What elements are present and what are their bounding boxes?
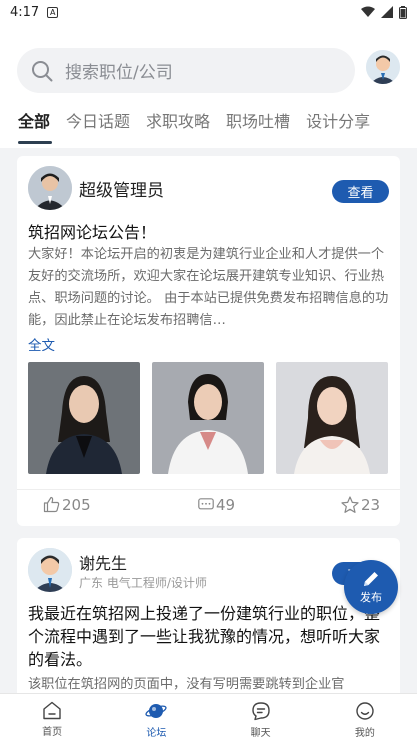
nav-chat[interactable]: 聊天 xyxy=(209,694,313,741)
search-input[interactable]: 搜索职位/公司 xyxy=(17,48,355,93)
search-placeholder: 搜索职位/公司 xyxy=(65,63,173,83)
author-avatar[interactable] xyxy=(28,548,72,592)
favorite-button[interactable]: 23 xyxy=(341,496,380,514)
post-body: 该职位在筑招网的页面中，没有写明需要跳转到企业官 xyxy=(28,677,345,692)
category-tabs: 全部 今日话题 求职攻略 职场吐槽 设计分享 xyxy=(0,108,417,144)
search-icon xyxy=(32,60,53,81)
like-button[interactable]: 205 xyxy=(43,496,91,514)
star-icon xyxy=(341,495,359,513)
nav-home[interactable]: 首页 xyxy=(0,694,104,741)
nav-mine-label: 我的 xyxy=(354,728,375,739)
pencil-icon xyxy=(364,572,378,586)
signal-icon xyxy=(381,6,393,18)
publish-label: 发布 xyxy=(360,591,382,604)
post-photo[interactable] xyxy=(152,362,264,474)
post-photo[interactable] xyxy=(276,362,388,474)
post-photos xyxy=(28,362,388,474)
view-button[interactable]: 查看 xyxy=(332,180,389,203)
post-title[interactable]: 我最近在筑招网上投递了一份建筑行业的职位，整个流程中遇到了一些让我犹豫的情况，想… xyxy=(28,602,390,671)
post-stats: 205 49 23 xyxy=(17,489,400,519)
post-card[interactable]: 谢先生 广东 电气工程师/设计师 查看 我最近在筑招网上投递了一份建筑行业的职位… xyxy=(17,538,400,693)
nav-chat-label: 聊天 xyxy=(250,728,271,739)
battery-icon xyxy=(399,5,407,19)
author-name: 超级管理员 xyxy=(79,180,164,201)
post-author: 超级管理员 xyxy=(28,166,164,210)
star-count: 23 xyxy=(361,495,381,514)
author-info: 谢先生 广东 电气工程师/设计师 xyxy=(72,550,207,591)
smiley-icon xyxy=(356,702,374,720)
home-icon xyxy=(43,701,61,720)
bottom-nav: 首页 论坛 聊天 我的 xyxy=(0,693,417,741)
wifi-icon xyxy=(361,6,375,17)
tab-design-share[interactable]: 设计分享 xyxy=(306,108,370,144)
tab-job-tips[interactable]: 求职攻略 xyxy=(146,108,210,144)
comment-count: 49 xyxy=(216,495,236,514)
header: 搜索职位/公司 全部 今日话题 求职攻略 职场吐槽 设计分享 xyxy=(0,24,417,148)
nav-forum-label: 论坛 xyxy=(146,728,167,739)
post-feed: 超级管理员 查看 筑招网论坛公告！ 大家好！本论坛开启的初衷是为建筑行业企业和人… xyxy=(0,148,417,693)
post-body: 大家好！本论坛开启的初衷是为建筑行业企业和人才提供一个友好的交流场所，欢迎大家在… xyxy=(28,247,389,328)
post-author: 谢先生 广东 电气工程师/设计师 xyxy=(28,548,207,592)
user-avatar[interactable] xyxy=(366,50,400,84)
status-bar: 4:17 A xyxy=(0,0,417,24)
nav-home-label: 首页 xyxy=(42,727,63,738)
read-more-link[interactable]: 全文 xyxy=(28,334,55,354)
nav-forum[interactable]: 论坛 xyxy=(104,694,208,741)
comment-button[interactable]: 49 xyxy=(198,496,235,514)
notification-icon: A xyxy=(47,6,59,18)
post-title[interactable]: 筑招网论坛公告！ xyxy=(28,219,156,243)
thumbs-up-icon xyxy=(43,496,60,513)
status-icons xyxy=(361,5,407,19)
comment-icon xyxy=(198,497,214,509)
like-count: 205 xyxy=(62,495,91,514)
chat-icon xyxy=(251,702,270,721)
author-name: 谢先生 xyxy=(79,553,128,573)
tab-all[interactable]: 全部 xyxy=(18,108,53,144)
post-card[interactable]: 超级管理员 查看 筑招网论坛公告！ 大家好！本论坛开启的初衷是为建筑行业企业和人… xyxy=(17,156,400,526)
nav-mine[interactable]: 我的 xyxy=(313,694,417,741)
planet-icon xyxy=(145,704,167,718)
status-time: 4:17 xyxy=(10,4,40,20)
author-avatar[interactable] xyxy=(28,166,72,210)
tab-workplace-rant[interactable]: 职场吐槽 xyxy=(226,108,290,144)
author-meta: 广东 电气工程师/设计师 xyxy=(79,575,207,590)
post-photo[interactable] xyxy=(28,362,140,474)
tab-today-topic[interactable]: 今日话题 xyxy=(66,108,130,144)
publish-button[interactable]: 发布 xyxy=(344,560,398,614)
